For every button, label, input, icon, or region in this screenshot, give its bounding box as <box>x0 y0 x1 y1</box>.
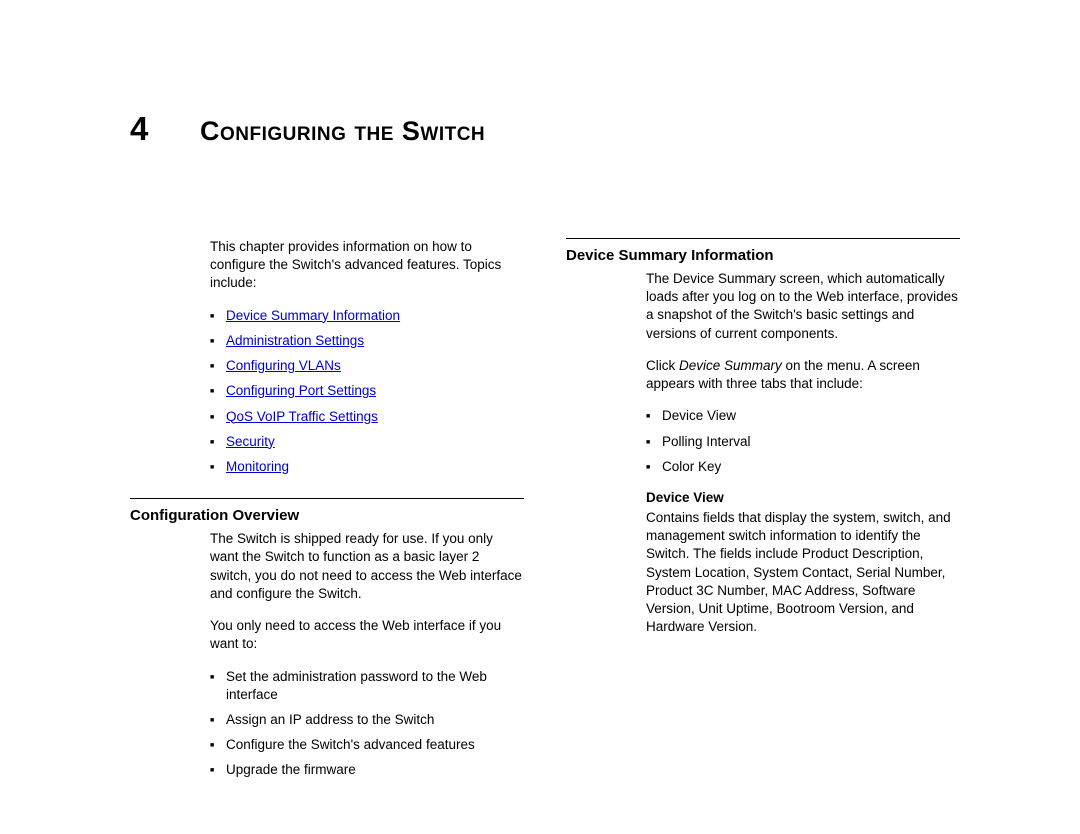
device-summary-p1: The Device Summary screen, which automat… <box>566 270 960 343</box>
right-column: Device Summary Information The Device Su… <box>566 238 960 794</box>
link-security[interactable]: Security <box>226 434 275 449</box>
left-column: This chapter provides information on how… <box>130 238 524 794</box>
overview-action-list: Set the administration password to the W… <box>130 668 524 780</box>
device-view-body: Contains fields that display the system,… <box>566 509 960 637</box>
list-item: Upgrade the firmware <box>226 761 524 779</box>
chapter-title: Configuring the Switch <box>200 116 485 147</box>
device-summary-heading: Device Summary Information <box>566 247 960 264</box>
section-divider <box>130 498 524 499</box>
topic-link-list: Device Summary Information Administratio… <box>130 307 524 477</box>
device-summary-p2: Click Device Summary on the menu. A scre… <box>566 357 960 393</box>
list-item: Polling Interval <box>662 433 960 451</box>
link-device-summary[interactable]: Device Summary Information <box>226 308 400 323</box>
chapter-number: 4 <box>130 110 200 148</box>
link-admin-settings[interactable]: Administration Settings <box>226 333 364 348</box>
chapter-header: 4 Configuring the Switch <box>130 110 960 148</box>
list-item: Assign an IP address to the Switch <box>226 711 524 729</box>
list-item: Set the administration password to the W… <box>226 668 524 704</box>
section-divider <box>566 238 960 239</box>
overview-paragraph-2: You only need to access the Web interfac… <box>130 617 524 653</box>
overview-paragraph-1: The Switch is shipped ready for use. If … <box>130 530 524 603</box>
config-overview-heading: Configuration Overview <box>130 507 524 524</box>
link-port-settings[interactable]: Configuring Port Settings <box>226 383 376 398</box>
italic-term: Device Summary <box>679 358 782 373</box>
list-item: Configure the Switch's advanced features <box>226 736 524 754</box>
content-columns: This chapter provides information on how… <box>130 238 960 794</box>
text-run: Click <box>646 358 679 373</box>
link-monitoring[interactable]: Monitoring <box>226 459 289 474</box>
link-qos-voip[interactable]: QoS VoIP Traffic Settings <box>226 409 378 424</box>
link-vlans[interactable]: Configuring VLANs <box>226 358 341 373</box>
intro-text: This chapter provides information on how… <box>130 238 524 293</box>
list-item: Device View <box>662 407 960 425</box>
tabs-list: Device View Polling Interval Color Key <box>566 407 960 476</box>
list-item: Color Key <box>662 458 960 476</box>
device-view-subheading: Device View <box>566 490 960 505</box>
